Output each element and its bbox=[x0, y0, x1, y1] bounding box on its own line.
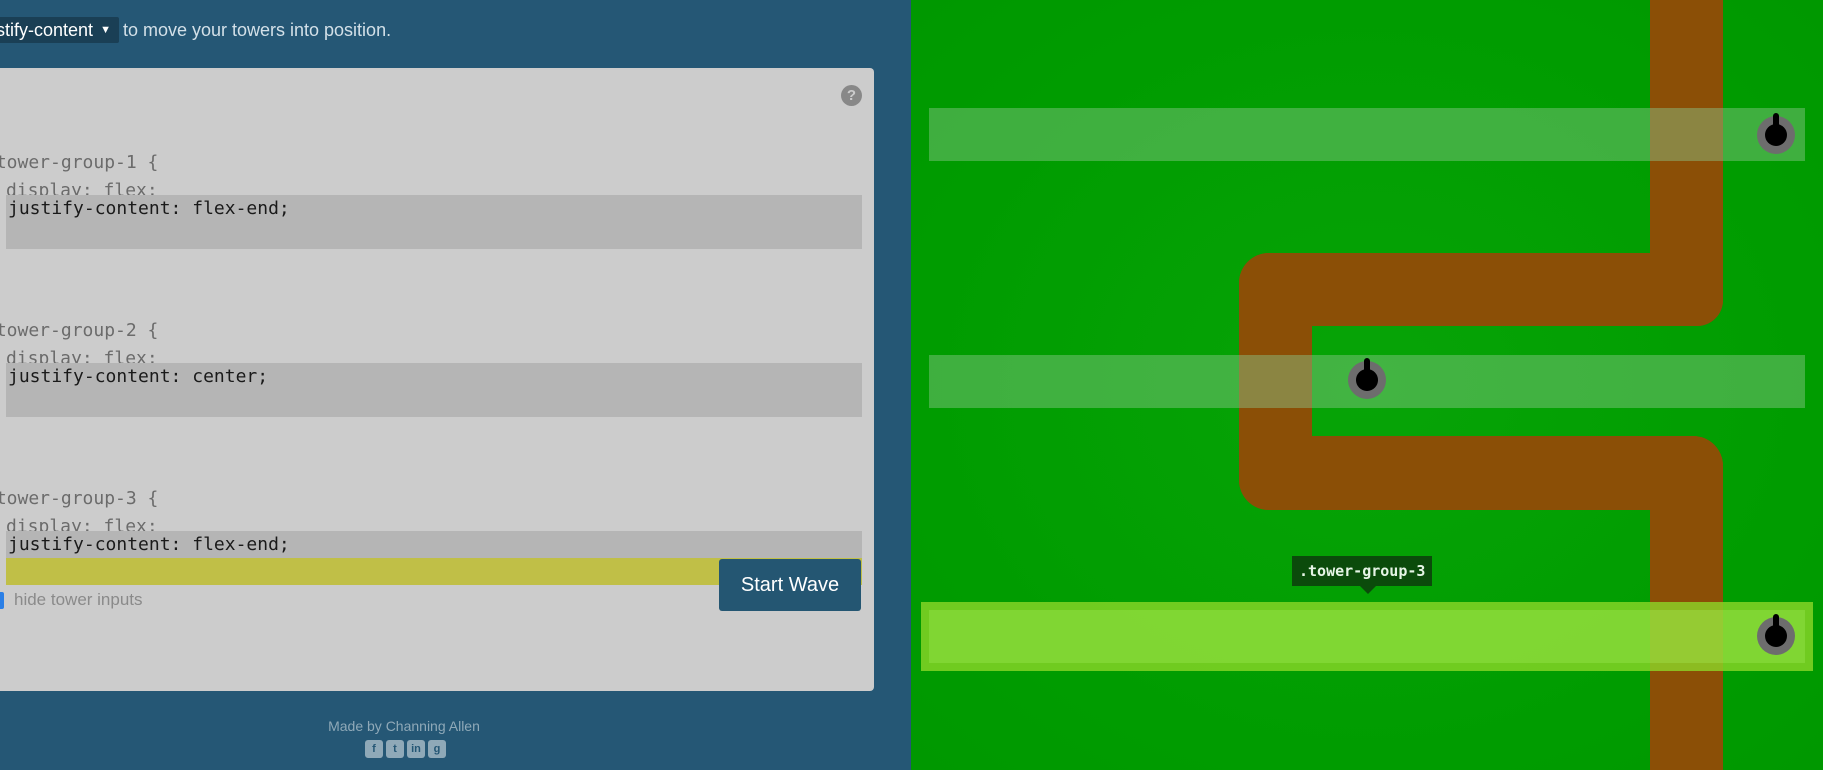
selector-line: .tower-group-3 { bbox=[0, 488, 159, 509]
tower-group-3-input[interactable]: justify-content: flex-end; bbox=[6, 531, 862, 558]
hide-inputs-label: hide tower inputs bbox=[14, 590, 143, 609]
property-select[interactable]: justify-content ▼ bbox=[0, 17, 119, 43]
selector-line: .tower-group-1 { bbox=[0, 152, 159, 173]
barrel bbox=[1773, 113, 1779, 129]
tower-group-tooltip: .tower-group-3 bbox=[1292, 556, 1433, 594]
left-panel: justify-content ▼ to move your towers in… bbox=[0, 0, 911, 770]
github-icon[interactable]: g bbox=[428, 740, 446, 758]
path-segment bbox=[1650, 436, 1723, 770]
start-wave-button[interactable]: Start Wave bbox=[719, 559, 861, 611]
hide-inputs-toggle[interactable]: hide tower inputs bbox=[0, 589, 143, 611]
tower bbox=[1757, 614, 1795, 655]
tower-group-1 bbox=[929, 108, 1805, 161]
selector-line: .tower-group-2 { bbox=[0, 320, 159, 341]
game-board: .tower-group-3 bbox=[911, 0, 1823, 770]
instruction: justify-content ▼ to move your towers in… bbox=[0, 17, 405, 43]
tower-group-1-extra-input[interactable] bbox=[6, 222, 862, 249]
twitter-icon[interactable]: t bbox=[386, 740, 404, 758]
instruction-text: to move your towers into position. bbox=[122, 19, 392, 40]
tower bbox=[1757, 113, 1795, 154]
caret-down-icon: ▼ bbox=[100, 24, 111, 36]
barrel bbox=[1364, 358, 1370, 374]
barrel bbox=[1773, 614, 1779, 630]
tower bbox=[1348, 358, 1386, 399]
property-select-value: justify-content bbox=[0, 19, 94, 40]
tower-group-3 bbox=[921, 602, 1813, 671]
hide-inputs-checkbox[interactable] bbox=[0, 591, 4, 609]
tower-group-2-input[interactable]: justify-content: center; bbox=[6, 363, 862, 390]
social-links: f t in g bbox=[365, 740, 446, 758]
linkedin-icon[interactable]: in bbox=[407, 740, 425, 758]
question-circle-icon[interactable]: ? bbox=[841, 85, 862, 106]
facebook-icon[interactable]: f bbox=[365, 740, 383, 758]
tower-group-2-extra-input[interactable] bbox=[6, 390, 862, 417]
tower-group-2 bbox=[929, 355, 1805, 408]
credit: Made by Channing Allen bbox=[328, 718, 480, 734]
tower-group-1-input[interactable]: justify-content: flex-end; bbox=[6, 195, 862, 222]
